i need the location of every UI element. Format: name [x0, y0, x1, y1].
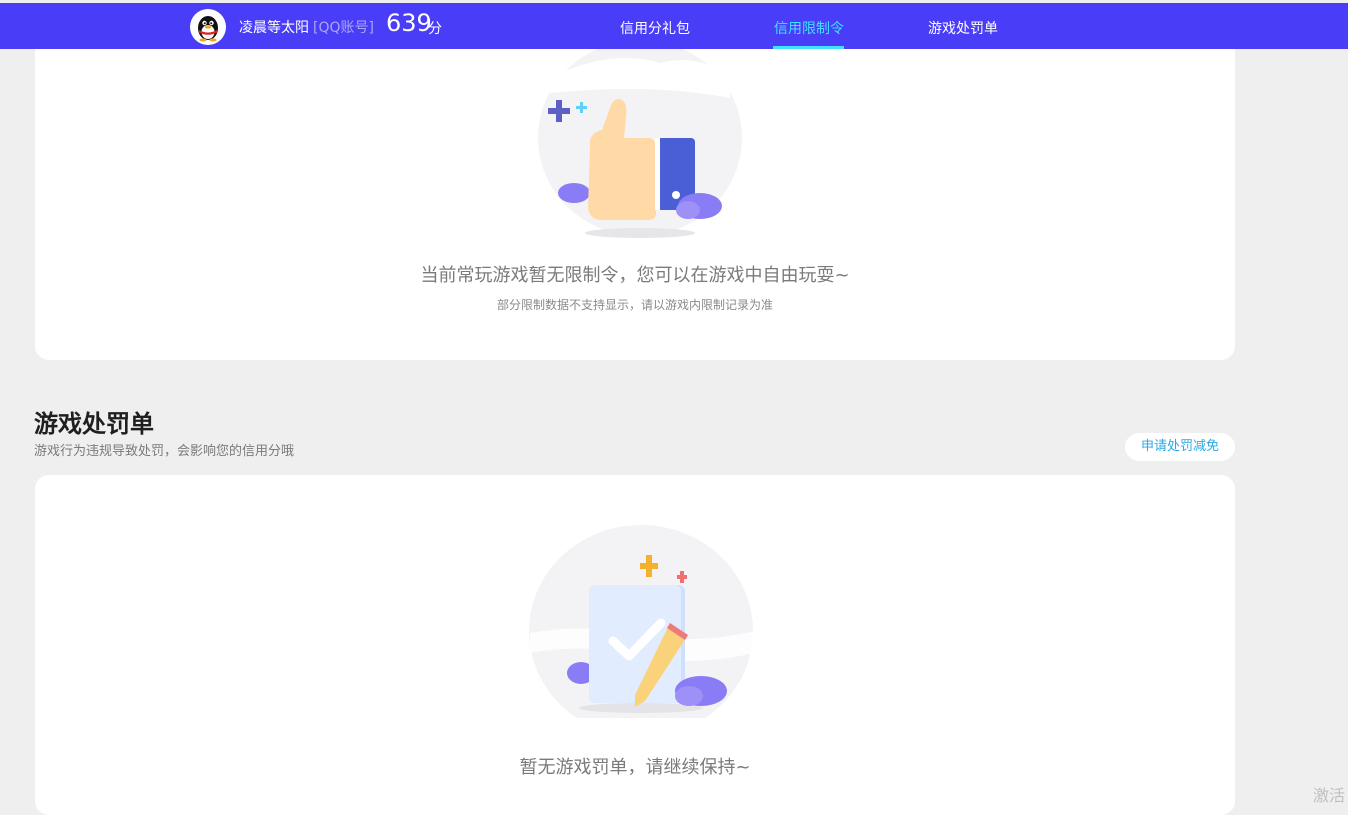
penalty-card: 暂无游戏罚单，请继续保持~ — [35, 475, 1235, 815]
empty-penalty-text: 暂无游戏罚单，请继续保持~ — [519, 757, 751, 778]
credit-score: 639 — [386, 9, 432, 37]
tab-game-penalty[interactable]: 游戏处罚单 — [928, 18, 998, 38]
apply-penalty-reduction-button[interactable]: 申请处罚减免 — [1125, 433, 1235, 461]
username: 凌晨等太阳 — [239, 20, 309, 36]
restriction-note: 部分限制数据不支持显示，请以游戏内限制记录为准 — [496, 298, 773, 312]
qq-penguin-icon — [198, 16, 218, 42]
activation-watermark: 激活 — [1313, 786, 1346, 805]
avatar[interactable] — [190, 9, 226, 45]
section-description: 游戏行为违规导致处罚，会影响您的信用分哦 — [34, 444, 295, 459]
empty-restriction-text: 当前常玩游戏暂无限制令，您可以在游戏中自由玩耍~ — [420, 265, 850, 286]
account-type-tag: [QQ账号] — [313, 20, 374, 36]
tab-credit-restriction[interactable]: 信用限制令 — [774, 18, 844, 38]
thumbs-up-illustration — [538, 40, 742, 238]
checklist-illustration — [529, 525, 755, 718]
active-tab-indicator — [773, 46, 844, 49]
top-nav-bar: 凌晨等太阳 [QQ账号] 639 分 信用分礼包 信用限制令 游戏处罚单 — [0, 3, 1348, 49]
restriction-card: 当前常玩游戏暂无限制令，您可以在游戏中自由玩耍~ 部分限制数据不支持显示，请以游… — [35, 30, 1235, 360]
credit-score-unit: 分 — [428, 21, 442, 37]
tab-credit-gift[interactable]: 信用分礼包 — [620, 18, 690, 38]
section-title: 游戏处罚单 — [34, 410, 154, 438]
